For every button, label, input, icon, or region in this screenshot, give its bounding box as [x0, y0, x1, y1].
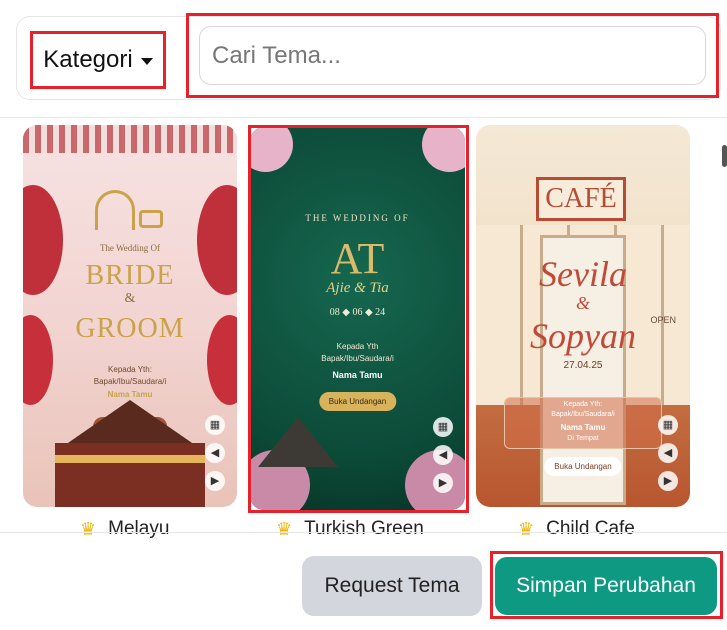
preview-heading: The Wedding Of [99, 243, 161, 253]
request-theme-button[interactable]: Request Tema [302, 556, 482, 616]
crown-icon: ♛ [276, 518, 293, 539]
grid-icon: ▦ [433, 417, 453, 437]
preview-place: Di Tempat [567, 435, 599, 442]
speaker-icon: ◀ [433, 445, 453, 465]
preview-guests: Bapak/Ibu/Saudara/i [93, 377, 167, 386]
preview-groom: GROOM [75, 313, 185, 344]
theme-card-melayu[interactable]: The Wedding Of BRIDE & GROOM Kepada Yth:… [23, 125, 237, 507]
scrollbar[interactable] [721, 128, 727, 528]
play-icon: ▶ [433, 473, 453, 493]
flower-decoration [422, 127, 465, 172]
preview-date: 27.04.25 [563, 360, 603, 371]
search-highlight [186, 13, 719, 98]
divider [0, 532, 727, 533]
preview-to: Kepada Yth: [563, 401, 603, 408]
house-body [55, 443, 205, 507]
preview-names: Ajie & Tia [326, 280, 389, 296]
house-stripe [55, 455, 205, 463]
theme-name: Child Cafe [546, 518, 635, 539]
search-input[interactable] [199, 26, 706, 85]
theme-label-melayu: ♛ Melayu [80, 517, 169, 541]
preview-heading: THE WEDDING OF [305, 213, 410, 223]
category-dropdown-label: Kategori [43, 46, 133, 73]
house-roof [65, 400, 195, 445]
divider [0, 117, 727, 118]
preview-amp: & [124, 291, 136, 306]
play-icon: ▶ [205, 471, 225, 491]
open-invitation-button: Buka Undangan [544, 457, 622, 476]
grid-icon: ▦ [658, 415, 678, 435]
preview-initials: AT [330, 234, 385, 283]
theme-card-child-cafe[interactable]: CAFÉ Sevila & Sopyan 27.04.25 OPEN Kepad… [476, 125, 690, 507]
theme-card-turkish-green[interactable]: THE WEDDING OF AT Ajie & Tia 08 ◆ 06 ◆ 2… [250, 127, 465, 510]
preview-name-1: Sevila [539, 254, 627, 294]
preview-to: Kepada Yth [336, 342, 379, 351]
theme-label-turkish-green: ♛ Turkish Green [276, 517, 424, 541]
speaker-icon: ◀ [658, 443, 678, 463]
preview-bride: BRIDE [85, 260, 175, 291]
caret-down-icon [140, 57, 153, 65]
grid-icon: ▦ [205, 415, 225, 435]
preview-guest-name: Nama Tamu [107, 390, 153, 399]
preview-guest-name: Nama Tamu [332, 370, 383, 380]
preview-guests: Bapak/Ibu/Saudara/i [551, 411, 615, 418]
play-icon: ▶ [658, 471, 678, 491]
crown-icon: ♛ [518, 518, 535, 539]
theme-name: Melayu [108, 518, 170, 539]
preview-date: 08 ◆ 06 ◆ 24 [329, 307, 386, 318]
preview-guests: Bapak/Ibu/Saudara/i [321, 354, 394, 363]
category-dropdown[interactable]: Kategori [30, 31, 166, 89]
open-sign: OPEN [650, 315, 676, 325]
crown-icon: ♛ [80, 518, 97, 539]
save-changes-button[interactable]: Simpan Perubahan [495, 557, 717, 615]
theme-picker: Kategori The Wedding Of BRIDE & GROOM Ke… [0, 0, 727, 630]
cafe-sign: CAFÉ [536, 177, 626, 221]
open-invitation-button: Buka Undangan [318, 392, 397, 411]
theme-name: Turkish Green [304, 518, 424, 539]
preview-to: Kepada Yth: [108, 365, 152, 374]
speaker-icon: ◀ [205, 443, 225, 463]
flower-decoration [250, 127, 293, 172]
scrollbar-thumb[interactable] [722, 145, 727, 167]
pattern-border [23, 125, 237, 153]
house-roof [258, 417, 338, 467]
crown-ornament-icon [139, 210, 163, 228]
crown-ornament-icon [95, 190, 135, 230]
preview-amp: & [575, 293, 590, 313]
theme-label-child-cafe: ♛ Child Cafe [518, 517, 635, 541]
